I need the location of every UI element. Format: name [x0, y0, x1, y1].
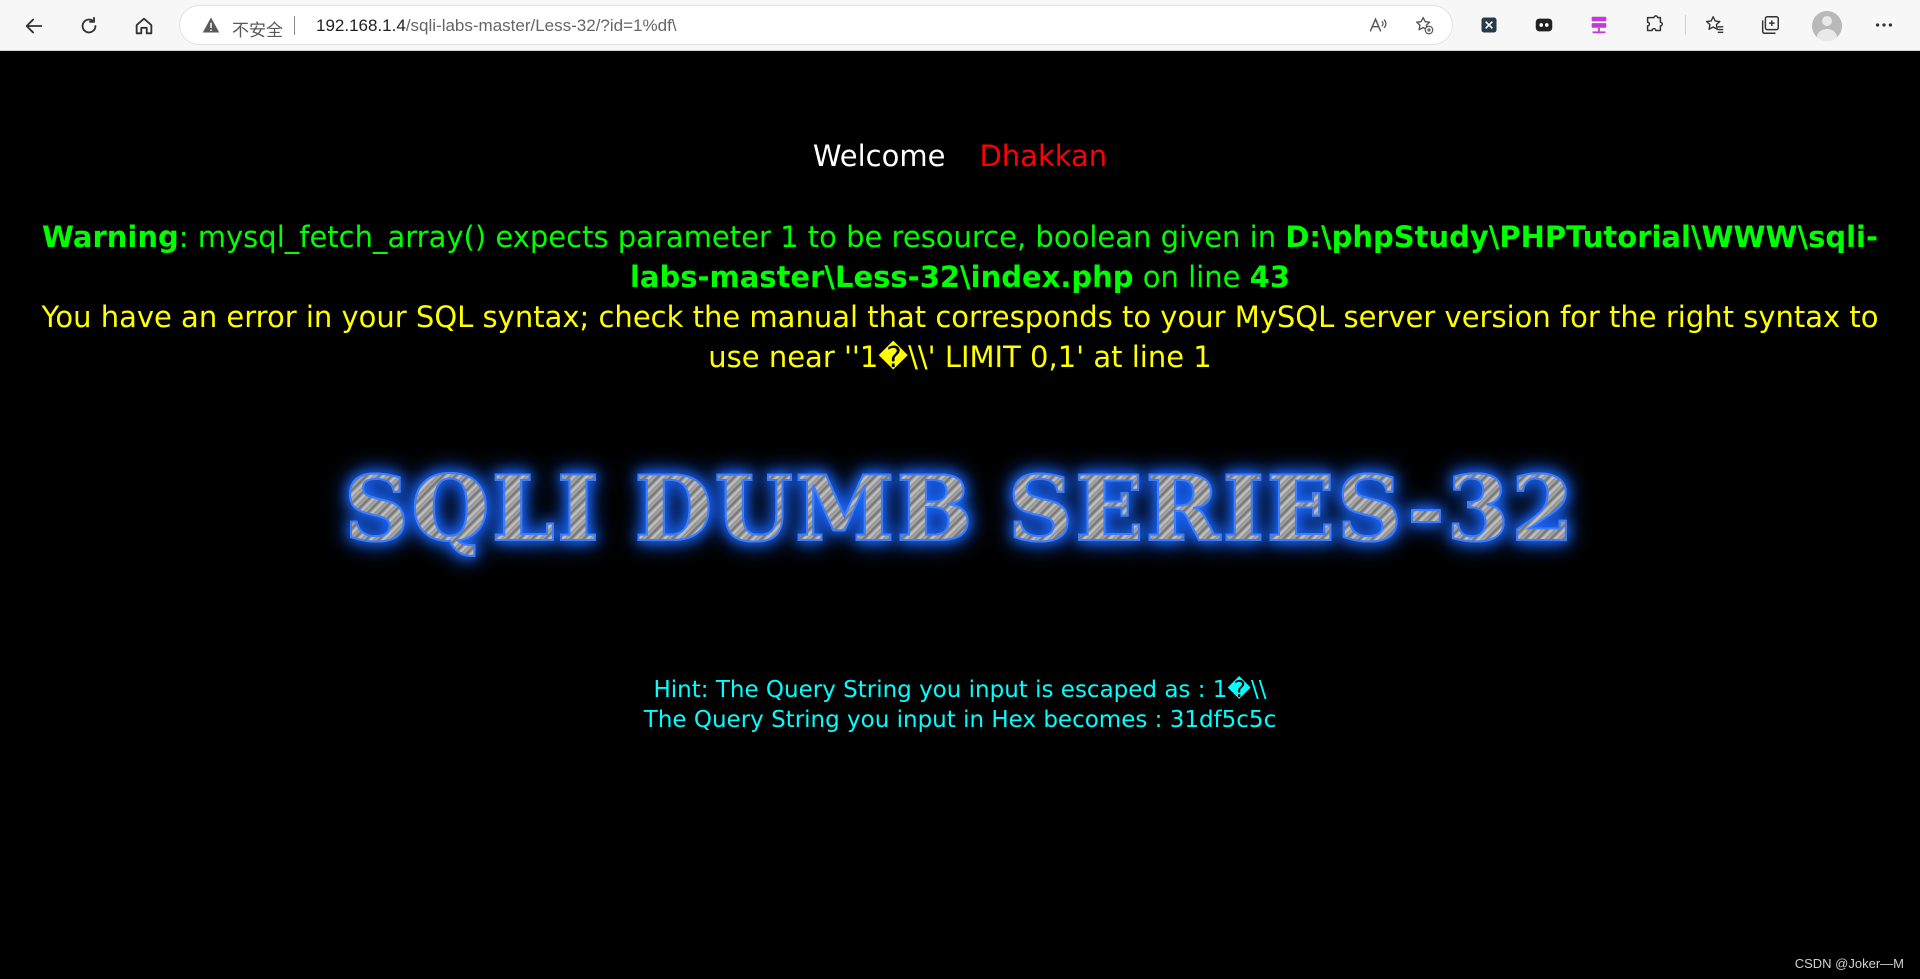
add-favorite-icon[interactable]: [1414, 15, 1434, 35]
address-bar[interactable]: 不安全 192.168.1.4/sqli-labs-master/Less-32…: [180, 6, 1452, 44]
more-button[interactable]: [1872, 13, 1896, 37]
extension-x-icon: [1481, 17, 1497, 33]
php-warning: Warning: mysql_fetch_array() expects par…: [20, 217, 1900, 297]
watermark: CSDN @Joker—M: [1794, 956, 1904, 971]
refresh-icon: [81, 16, 97, 34]
puzzle-icon: [1646, 15, 1663, 32]
warning-label: Warning: [41, 220, 179, 254]
welcome-text: Welcome: [812, 139, 946, 173]
hint-block: Hint: The Query String you input is esca…: [0, 675, 1920, 735]
extension-game-icon: [1535, 18, 1553, 32]
refresh-button[interactable]: [73, 10, 105, 42]
extensions-button[interactable]: [1642, 13, 1666, 37]
address-separator: [294, 16, 295, 35]
avatar[interactable]: [1812, 11, 1842, 41]
warning-on-line: on line: [1133, 260, 1250, 294]
extension-x-button[interactable]: [1477, 13, 1501, 37]
home-button[interactable]: [128, 10, 160, 42]
url-path: /sqli-labs-master/Less-32/?id=1%df\: [405, 16, 677, 35]
extension-server-button[interactable]: [1587, 13, 1611, 37]
welcome-line: Welcome Dhakkan: [0, 139, 1920, 173]
title-banner: SQLI DUMB SERIES-32: [0, 449, 1920, 569]
url-text[interactable]: 192.168.1.4/sqli-labs-master/Less-32/?id…: [316, 16, 677, 36]
hint-hex: The Query String you input in Hex become…: [643, 707, 1277, 733]
extension-game-button[interactable]: [1532, 13, 1556, 37]
user-name: Dhakkan: [979, 139, 1108, 173]
warning-icon: [202, 17, 220, 33]
url-host: 192.168.1.4: [316, 16, 406, 35]
read-aloud-icon[interactable]: [1368, 15, 1388, 35]
toolbar-separator: [1685, 15, 1686, 35]
warning-message: : mysql_fetch_array() expects parameter …: [178, 220, 1286, 254]
more-icon: [1875, 23, 1893, 27]
back-button[interactable]: [18, 10, 50, 42]
page-content: Welcome Dhakkan Warning: mysql_fetch_arra…: [0, 51, 1920, 979]
security-label[interactable]: 不安全: [232, 16, 283, 41]
home-icon: [135, 17, 153, 35]
collections-icon: [1761, 16, 1779, 34]
browser-toolbar: 不安全 192.168.1.4/sqli-labs-master/Less-32…: [0, 0, 1920, 51]
favorites-button[interactable]: [1703, 13, 1727, 37]
collections-button[interactable]: [1758, 13, 1782, 37]
favorites-icon: [1705, 16, 1724, 34]
warning-line-number: 43: [1249, 260, 1291, 294]
extension-server-icon: [1591, 16, 1607, 34]
back-arrow-icon: [25, 18, 43, 34]
sql-error-message: You have an error in your SQL syntax; ch…: [41, 300, 1879, 374]
banner-text: SQLI DUMB SERIES-32: [343, 455, 1576, 563]
hint-escaped: Hint: The Query String you input is esca…: [653, 677, 1267, 703]
